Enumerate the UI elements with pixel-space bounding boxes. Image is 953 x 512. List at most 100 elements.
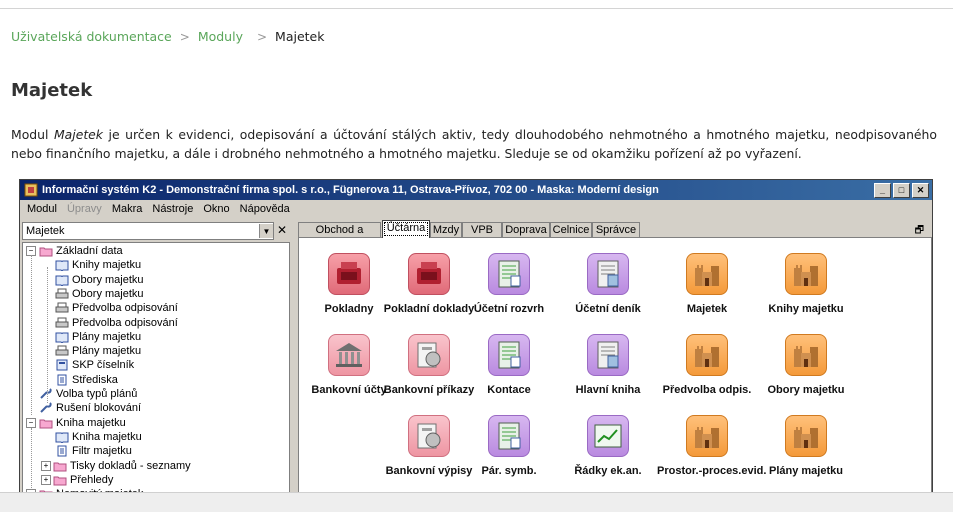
tree-item[interactable]: Střediska bbox=[55, 373, 118, 387]
module-area: Obchod a VýrobaÚčtárnaMzdyVPBDopravaCeln… bbox=[298, 220, 932, 494]
maximize-icon[interactable]: □ bbox=[893, 182, 910, 198]
printer-icon bbox=[55, 288, 69, 299]
module-tabs: Obchod a VýrobaÚčtárnaMzdyVPBDopravaCeln… bbox=[298, 220, 932, 251]
tile-label: Kontace bbox=[487, 384, 531, 396]
window-title: Informační systém K2 - Demonstrační firm… bbox=[42, 184, 659, 196]
breadcrumb-link-docs[interactable]: Uživatelská dokumentace bbox=[11, 29, 172, 44]
tile-label: Účetní rozvrh bbox=[473, 303, 545, 315]
menu-okno[interactable]: Okno bbox=[198, 203, 234, 215]
cash-register-icon bbox=[328, 253, 370, 295]
journal-icon bbox=[587, 334, 629, 376]
breadcrumb: Uživatelská dokumentace > Moduly > Majetek bbox=[11, 29, 325, 44]
tree-item[interactable]: Rušení blokování bbox=[39, 401, 141, 415]
intro-text: Modul bbox=[11, 127, 54, 142]
tile-button[interactable]: Prostor.-proces.evid. bbox=[657, 415, 767, 477]
tree-item-label: Knihy majetku bbox=[72, 259, 142, 272]
asset-castle-icon bbox=[686, 253, 728, 295]
close-icon[interactable]: ✕ bbox=[912, 182, 929, 198]
menu-napoveda[interactable]: Nápověda bbox=[235, 203, 295, 215]
tile-button[interactable]: Účetní deník bbox=[558, 253, 658, 315]
tree-item-label: Tisky dokladů - seznamy bbox=[70, 459, 191, 472]
dropdown-arrow-icon[interactable]: ▼ bbox=[259, 224, 273, 238]
module-select-value: Majetek bbox=[26, 225, 65, 237]
tree-guide-line bbox=[47, 267, 48, 403]
module-tree: Základní data − Knihy majetku Obory majetku… bbox=[22, 242, 290, 494]
tree-item[interactable]: Kniha majetku bbox=[55, 430, 142, 444]
module-select[interactable]: Majetek ▼ bbox=[22, 222, 274, 240]
journal-icon bbox=[587, 253, 629, 295]
asset-castle-icon bbox=[686, 415, 728, 457]
payment-order-icon bbox=[408, 334, 450, 376]
menu-nastroje[interactable]: Nástroje bbox=[147, 203, 198, 215]
printer-icon bbox=[55, 317, 69, 327]
tile-button[interactable]: Knihy majetku bbox=[756, 253, 856, 315]
tree-item[interactable]: Kniha majetku bbox=[39, 416, 126, 430]
page-title: Majetek bbox=[11, 80, 93, 101]
menu-upravy[interactable]: Úpravy bbox=[62, 203, 107, 215]
tree-item[interactable]: Volba typů plánů bbox=[39, 387, 137, 401]
tree-item[interactable]: Plány majetku bbox=[55, 330, 141, 344]
breadcrumb-link-modules[interactable]: Moduly bbox=[198, 29, 243, 44]
tab-doprava[interactable]: Doprava bbox=[502, 222, 550, 238]
tree-item[interactable]: Plány majetku bbox=[55, 344, 141, 358]
tree-item-label: Obory majetku bbox=[72, 273, 144, 286]
tree-item-label: SKP číselník bbox=[72, 359, 135, 372]
tile-button[interactable]: Obory majetku bbox=[756, 334, 856, 396]
chart-icon bbox=[587, 415, 629, 457]
tree-item-label: Kniha majetku bbox=[72, 430, 142, 443]
tree-guide-line bbox=[31, 255, 32, 415]
menu-modul[interactable]: Modul bbox=[22, 203, 62, 215]
tile-label: Řádky ek.an. bbox=[574, 465, 642, 477]
tree-item-label: Rušení blokování bbox=[56, 402, 141, 415]
tile-label: Obory majetku bbox=[767, 384, 845, 396]
tree-item[interactable]: Přehledy bbox=[53, 473, 113, 487]
book-icon bbox=[55, 432, 69, 443]
tree-item-label: Předvolba odpisování bbox=[72, 316, 178, 329]
tree-item[interactable]: Knihy majetku bbox=[55, 258, 141, 272]
tab-spr-vce[interactable]: Správce bbox=[592, 222, 640, 238]
app-window-screenshot: Informační systém K2 - Demonstrační firm… bbox=[19, 179, 933, 495]
tile-label: Účetní deník bbox=[575, 303, 641, 315]
tab--t-rna[interactable]: Účtárna bbox=[382, 220, 430, 238]
tree-item[interactable]: Tisky dokladů - seznamy bbox=[53, 459, 191, 473]
expand-icon[interactable]: + bbox=[41, 460, 51, 471]
tile-button[interactable]: Majetek bbox=[657, 253, 757, 315]
intro-module-name: Majetek bbox=[53, 127, 103, 142]
tab-celnice[interactable]: Celnice bbox=[550, 222, 592, 238]
calculator-icon bbox=[56, 359, 68, 371]
tree-item[interactable]: Základní data bbox=[39, 244, 123, 258]
tile-label: Majetek bbox=[686, 303, 728, 315]
tile-button[interactable]: Plány majetku bbox=[756, 415, 856, 477]
document-icon bbox=[57, 374, 67, 386]
tab-vpb[interactable]: VPB bbox=[462, 222, 502, 238]
minimize-icon[interactable]: _ bbox=[874, 182, 891, 198]
tile-button[interactable]: Předvolba odpis. bbox=[657, 334, 757, 396]
tree-item[interactable]: Obory majetku bbox=[55, 273, 144, 287]
tab-mzdy[interactable]: Mzdy bbox=[430, 222, 462, 238]
expand-icon[interactable]: + bbox=[41, 474, 51, 485]
tile-label: Pár. symb. bbox=[481, 465, 537, 477]
app-icon bbox=[24, 183, 38, 197]
tile-button[interactable]: Řádky ek.an. bbox=[558, 415, 658, 477]
folder-icon bbox=[39, 247, 53, 257]
tile-button[interactable]: Pár. symb. bbox=[459, 415, 559, 477]
tile-button[interactable]: Hlavní kniha bbox=[558, 334, 658, 396]
tab-obchod-a-v-roba[interactable]: Obchod a Výroba bbox=[298, 222, 381, 251]
collapse-icon[interactable]: − bbox=[26, 417, 36, 428]
ledger-icon bbox=[488, 253, 530, 295]
book-icon bbox=[55, 332, 69, 343]
folder-icon bbox=[53, 476, 67, 486]
cash-register-icon bbox=[408, 253, 450, 295]
tree-item[interactable]: Předvolba odpisování bbox=[55, 301, 178, 315]
tree-item[interactable]: Předvolba odpisování bbox=[55, 316, 178, 330]
tile-button[interactable]: Účetní rozvrh bbox=[459, 253, 559, 315]
tile-label: Prostor.-proces.evid. bbox=[657, 465, 767, 477]
ledger-icon bbox=[488, 415, 530, 457]
tree-item[interactable]: SKP číselník bbox=[55, 358, 134, 372]
tree-item[interactable]: Filtr majetku bbox=[55, 444, 132, 458]
tree-item[interactable]: Obory majetku bbox=[55, 287, 144, 301]
menu-makra[interactable]: Makra bbox=[107, 203, 148, 215]
close-panel-icon[interactable]: ✕ bbox=[277, 223, 287, 237]
tile-button[interactable]: Kontace bbox=[459, 334, 559, 396]
payment-order-icon bbox=[408, 415, 450, 457]
